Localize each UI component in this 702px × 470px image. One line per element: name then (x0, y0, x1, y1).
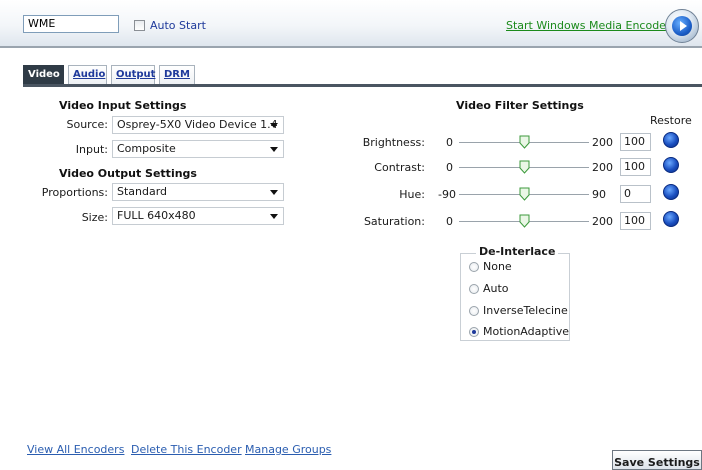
tab-output[interactable]: Output (111, 65, 155, 84)
contrast-max: 200 (592, 161, 613, 174)
contrast-label: Contrast: (374, 161, 425, 174)
chevron-down-icon (270, 123, 278, 128)
restore-label: Restore (650, 114, 692, 127)
view-all-encoders-link[interactable]: View All Encoders (27, 443, 124, 456)
source-select[interactable]: Osprey-5X0 Video Device 1.4 (112, 116, 284, 134)
tab-drm[interactable]: DRM (159, 65, 195, 84)
input-select[interactable]: Composite (112, 140, 284, 158)
proportions-value: Standard (117, 185, 168, 198)
brightness-label: Brightness: (362, 136, 425, 149)
deinterlace-auto-label: Auto (483, 282, 509, 295)
proportions-select[interactable]: Standard (112, 183, 284, 201)
deinterlace-motionadaptive-label: MotionAdaptive (483, 325, 569, 338)
hue-slider-thumb[interactable] (519, 187, 530, 201)
size-label: Size: (81, 211, 108, 224)
saturation-min: 0 (446, 215, 453, 228)
deinterlace-inversetelecine-radio[interactable] (469, 306, 479, 316)
size-value: FULL 640x480 (117, 209, 196, 222)
delete-encoder-link[interactable]: Delete This Encoder (131, 443, 242, 456)
contrast-slider-thumb[interactable] (519, 160, 530, 174)
chevron-down-icon (270, 147, 278, 152)
hue-restore-button[interactable] (663, 184, 679, 200)
brightness-slider-thumb[interactable] (519, 135, 530, 149)
video-input-heading: Video Input Settings (59, 99, 187, 112)
saturation-slider-thumb[interactable] (519, 214, 530, 228)
saturation-max: 200 (592, 215, 613, 228)
hue-max: 90 (592, 188, 606, 201)
contrast-value-input[interactable]: 100 (620, 158, 651, 176)
auto-start-checkbox[interactable] (134, 20, 145, 31)
saturation-label: Saturation: (363, 215, 425, 228)
contrast-min: 0 (446, 161, 453, 174)
tab-video[interactable]: Video (23, 65, 64, 84)
play-icon (672, 16, 692, 36)
hue-min: -90 (438, 188, 456, 201)
encoder-name-input[interactable]: WME (23, 15, 119, 33)
save-settings-button[interactable]: Save Settings (612, 450, 702, 470)
tab-audio[interactable]: Audio (68, 65, 107, 84)
brightness-max: 200 (592, 136, 613, 149)
tab-underline (23, 84, 702, 87)
source-value: Osprey-5X0 Video Device 1.4 (117, 118, 278, 131)
contrast-restore-button[interactable] (663, 157, 679, 173)
video-filter-heading: Video Filter Settings (456, 99, 584, 112)
auto-start-label: Auto Start (150, 19, 206, 32)
chevron-down-icon (270, 190, 278, 195)
chevron-down-icon (270, 214, 278, 219)
size-select[interactable]: FULL 640x480 (112, 207, 284, 225)
proportions-label: Proportions: (41, 186, 108, 199)
saturation-restore-button[interactable] (663, 211, 679, 227)
deinterlace-none-radio[interactable] (469, 262, 479, 272)
brightness-restore-button[interactable] (663, 132, 679, 148)
start-encoder-play-button[interactable] (665, 9, 699, 43)
deinterlace-motionadaptive-radio[interactable] (469, 327, 479, 337)
hue-label: Hue: (399, 188, 425, 201)
deinterlace-inversetelecine-label: InverseTelecine (483, 304, 568, 317)
deinterlace-title: De-Interlace (476, 245, 559, 258)
hue-value-input[interactable]: 0 (620, 185, 651, 203)
saturation-value-input[interactable]: 100 (620, 212, 651, 230)
brightness-min: 0 (446, 136, 453, 149)
deinterlace-none-label: None (483, 260, 512, 273)
video-output-heading: Video Output Settings (59, 167, 197, 180)
manage-groups-link[interactable]: Manage Groups (245, 443, 331, 456)
start-encoder-link[interactable]: Start Windows Media Encoder (506, 19, 670, 32)
brightness-value-input[interactable]: 100 (620, 133, 651, 151)
deinterlace-auto-radio[interactable] (469, 284, 479, 294)
input-label: Input: (75, 143, 108, 156)
input-value: Composite (117, 142, 176, 155)
source-label: Source: (66, 118, 109, 131)
